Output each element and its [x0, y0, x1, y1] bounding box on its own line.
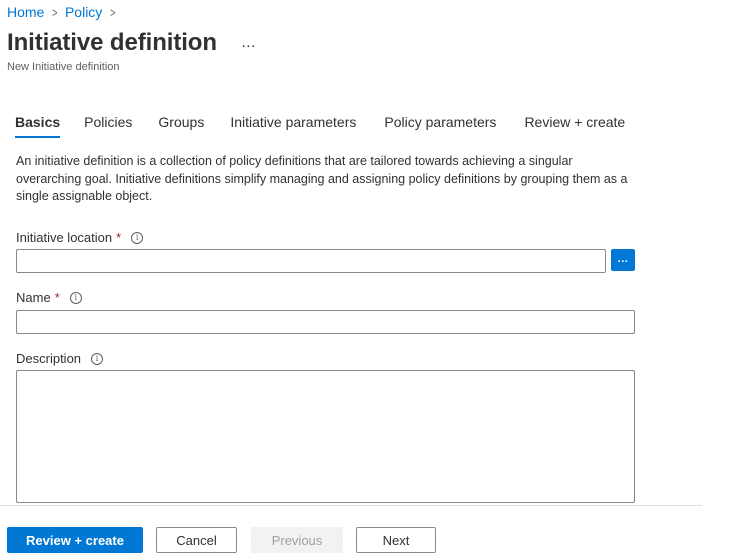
previous-button[interactable]: Previous	[251, 527, 343, 553]
tab-review-create[interactable]: Review + create	[524, 114, 625, 138]
tab-initiative-parameters[interactable]: Initiative parameters	[230, 114, 356, 138]
chevron-right-icon: >	[52, 4, 58, 20]
description-label: Description	[16, 351, 82, 366]
more-icon[interactable]: …	[241, 35, 256, 50]
tab-bar: Basics Policies Groups Initiative parame…	[15, 114, 625, 138]
tab-policies[interactable]: Policies	[84, 114, 132, 138]
tab-basics[interactable]: Basics	[15, 114, 61, 138]
info-icon[interactable]: i	[69, 291, 82, 304]
intro-text: An initiative definition is a collection…	[16, 154, 628, 203]
name-label: Name	[16, 290, 51, 305]
title-row: Initiative definition …	[7, 29, 256, 57]
breadcrumb-home-link[interactable]: Home	[7, 4, 44, 20]
page-subtitle: New Initiative definition	[7, 61, 120, 73]
required-mark: *	[54, 290, 60, 305]
browse-button[interactable]: ...	[611, 249, 635, 271]
location-label-row: Initiative location * i	[16, 230, 144, 245]
description-textarea[interactable]	[16, 370, 635, 503]
description-label-row: Description i	[16, 351, 104, 366]
info-icon[interactable]: i	[91, 352, 104, 365]
review-create-button[interactable]: Review + create	[7, 527, 143, 553]
location-label: Initiative location	[16, 230, 113, 245]
tab-policy-parameters[interactable]: Policy parameters	[384, 114, 496, 138]
required-mark: *	[116, 230, 122, 245]
tab-groups[interactable]: Groups	[158, 114, 204, 138]
name-label-row: Name * i	[16, 290, 82, 305]
name-input[interactable]	[16, 310, 635, 334]
page-title: Initiative definition	[7, 29, 217, 56]
cancel-button[interactable]: Cancel	[156, 527, 237, 553]
next-button[interactable]: Next	[356, 527, 436, 553]
breadcrumb-policy-link[interactable]: Policy	[65, 4, 102, 20]
breadcrumb: Home > Policy >	[7, 3, 123, 21]
footer-bar: Review + create Cancel Previous Next	[0, 505, 702, 553]
location-input[interactable]	[16, 249, 606, 273]
chevron-right-icon: >	[110, 4, 116, 20]
info-icon[interactable]: i	[131, 231, 144, 244]
